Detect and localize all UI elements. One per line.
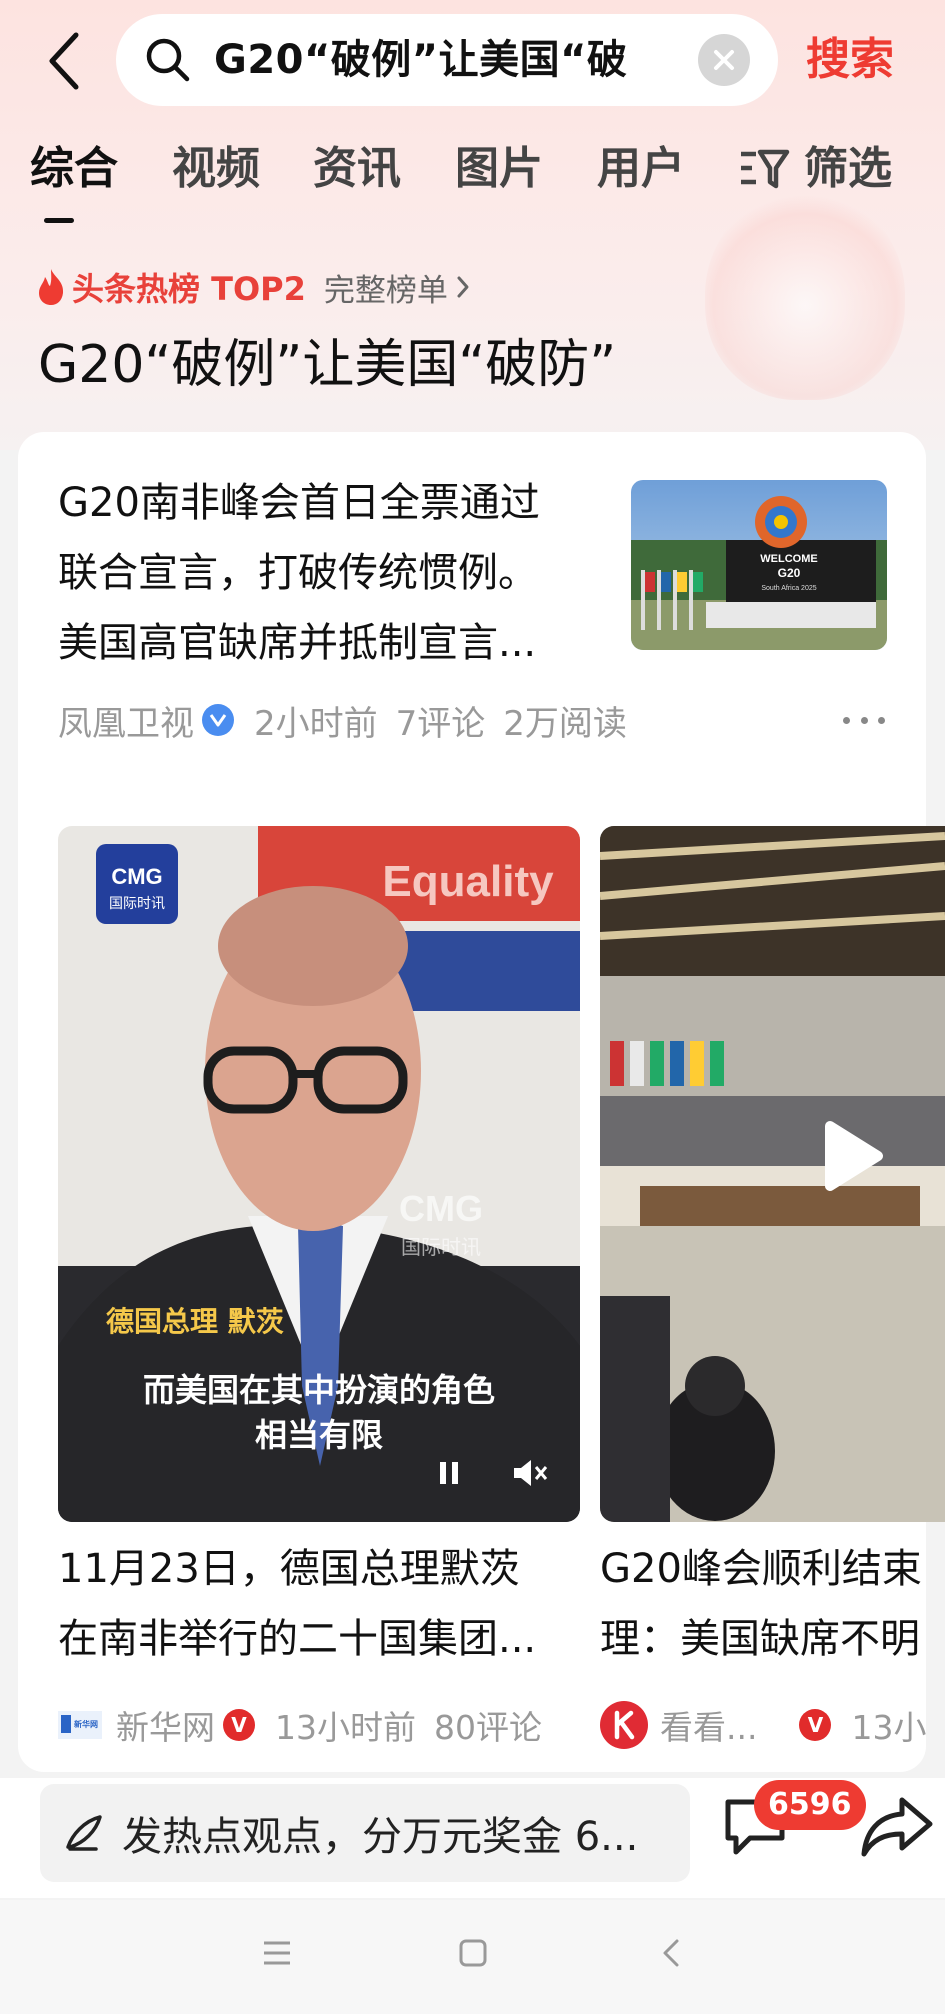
article-time: 2小时前 [254,703,378,744]
verified-red-badge-icon: V [799,1709,832,1741]
g20-welcome-photo: WELCOME G20 South Africa 2025 [631,480,887,650]
chevron-right-icon [457,276,469,298]
caption-line: 11月23日，德国总理默茨 [58,1546,520,1592]
article-title-line: 美国高官缺席并抵制宣言... [58,620,537,666]
article-meta: 凤凰卫视 2小时前 7评论 2万阅读 [58,694,627,746]
tab-filter[interactable]: 筛选 [738,138,892,200]
tab-news[interactable]: 资讯 [313,138,401,200]
tab-users[interactable]: 用户 [597,138,685,200]
video-meta-1: 新华网 新华网 V 13小时前 80评论 [58,1698,598,1752]
article-title-line: 联合宣言，打破传统惯例。 [58,550,538,596]
nav-back-icon[interactable] [660,1938,682,1968]
sign-subtitle: South Africa 2025 [761,585,816,592]
video-source-1[interactable]: 新华网 [116,1701,215,1749]
share-icon [861,1797,933,1857]
flame-watermark [705,190,905,400]
pen-icon [66,1815,102,1851]
banner-text: Equality [382,857,554,906]
comment-input[interactable]: 发热点观点，分万元奖金 6... [40,1784,690,1882]
speaker-tag: 德国总理 默茨 [106,1305,284,1338]
kankan-logo-icon [600,1701,648,1749]
back-arrow-icon [49,32,79,90]
tab-images[interactable]: 图片 [455,138,543,200]
cmg-logo-sub: 国际时讯 [109,896,165,912]
search-icon [146,38,190,82]
search-button[interactable]: 搜索 [806,30,894,90]
cmg-watermark-sub: 国际时讯 [401,1235,481,1259]
subtitle-line: 相当有限 [255,1416,383,1454]
more-dot-icon [860,716,868,724]
article-reads: 2万阅读 [503,703,627,744]
comment-count-badge: 6596 [754,1780,866,1830]
more-dot-icon [843,716,850,724]
active-tab-indicator [44,218,74,223]
video-comments-1: 80评论 [434,1708,542,1747]
fire-icon [39,269,64,305]
video-caption-2[interactable]: G20峰会顺利结束 理：美国缺席不明 [600,1534,945,1674]
search-box[interactable]: G20“破例”让美国“破 [116,14,778,106]
topic-title: G20“破例”让美国“破防” [38,335,617,395]
system-navigation-bar [0,1900,945,2014]
result-tabs: 综合 视频 资讯 图片 用户 筛选 [0,138,945,208]
tab-filter-label: 筛选 [804,143,892,194]
video-frame: Equality CMG 国际时讯 CMG 国际时讯 德国总理 默茨 而美国在其… [58,826,580,1522]
tab-video[interactable]: 视频 [172,138,260,200]
caption-line: G20峰会顺利结束 [600,1546,922,1592]
xinhua-logo-icon: 新华网 [58,1711,102,1739]
more-options-button[interactable] [843,700,885,740]
article-thumbnail[interactable]: WELCOME G20 South Africa 2025 [631,480,887,650]
cmg-watermark: CMG [399,1188,483,1229]
cmg-logo: CMG [111,864,162,889]
summit-hall-frame [600,826,945,1522]
article-comments: 7评论 [395,703,486,744]
video-source-2[interactable]: 看看... [660,1701,757,1749]
video-card-summit[interactable] [600,826,945,1522]
article-title[interactable]: G20南非峰会首日全票通过 联合宣言，打破传统惯例。 美国高官缺席并抵制宣言..… [58,468,618,678]
video-time-2: 13小 [851,1708,927,1747]
home-square-icon[interactable] [458,1938,488,1968]
article-title-line: G20南非峰会首日全票通过 [58,480,540,526]
sign-g20: G20 [778,566,801,580]
more-dot-icon [878,716,885,724]
full-list-link[interactable]: 完整榜单 [324,265,448,310]
video-card-merz[interactable]: Equality CMG 国际时讯 CMG 国际时讯 德国总理 默茨 而美国在其… [58,826,580,1522]
caption-line: 在南非举行的二十国集团... [58,1616,537,1662]
menu-icon[interactable] [262,1938,292,1968]
tab-all[interactable]: 综合 [30,138,118,200]
verified-badge-icon [202,704,234,736]
video-caption-1[interactable]: 11月23日，德国总理默茨 在南非举行的二十国集团... [58,1534,588,1674]
subtitle-line: 而美国在其中扮演的角色 [143,1371,495,1409]
caption-line: 理：美国缺席不明 [600,1616,920,1662]
clear-button[interactable] [698,34,750,86]
video-meta-2: 看看... V 13小 [600,1698,945,1752]
share-button[interactable] [858,1790,936,1862]
hot-list-title: 头条热榜 TOP2 [72,270,306,308]
video-time-1: 13小时前 [275,1708,416,1747]
xinhua-logo-text: 新华网 [74,1719,98,1729]
search-query[interactable]: G20“破例”让美国“破 [214,34,774,86]
article-source[interactable]: 凤凰卫视 [58,696,194,745]
sign-welcome: WELCOME [760,553,817,565]
hot-list-link[interactable]: 头条热榜 TOP2 完整榜单 [36,262,470,312]
back-button[interactable] [38,28,90,94]
filter-icon [741,149,790,189]
comment-placeholder: 发热点观点，分万元奖金 6... [122,1814,639,1860]
verified-red-badge-icon: V [223,1709,255,1741]
close-icon [714,50,734,70]
